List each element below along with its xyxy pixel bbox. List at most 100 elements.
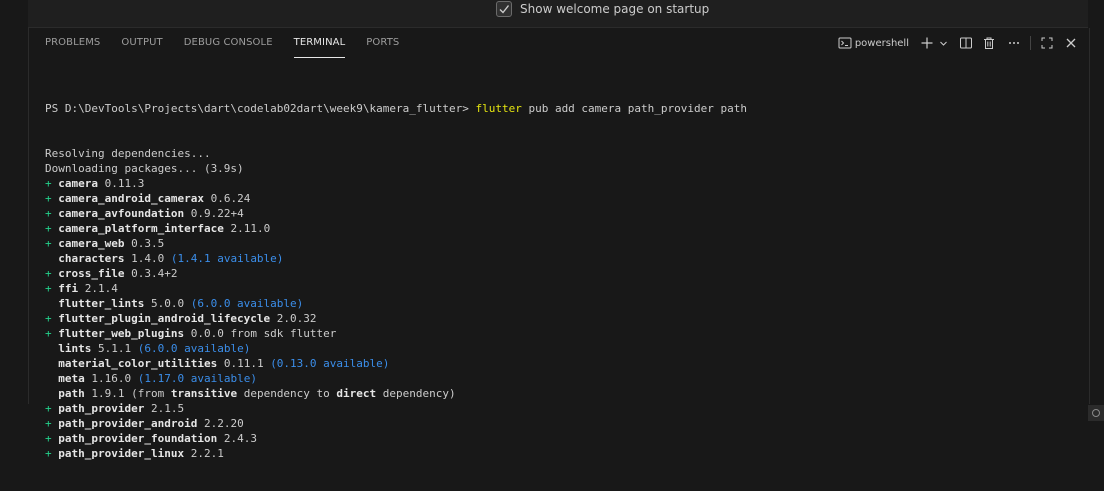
terminal-line: flutter_lints 5.0.0 (6.0.0 available) xyxy=(45,296,1089,311)
package-name: camera_avfoundation xyxy=(58,207,185,220)
package-version: 1.9.1 (from xyxy=(84,387,171,400)
chevron-down-icon xyxy=(940,41,947,46)
added-marker xyxy=(45,252,58,265)
package-name: flutter_lints xyxy=(58,297,145,310)
terminal-line: + camera_web 0.3.5 xyxy=(45,236,1089,251)
terminal-line: + path_provider_linux 2.2.1 xyxy=(45,446,1089,461)
added-marker: + xyxy=(45,432,59,445)
terminal-line: characters 1.4.0 (1.4.1 available) xyxy=(45,251,1089,266)
added-marker: + xyxy=(45,237,59,250)
terminal-line: + ffi 2.1.4 xyxy=(45,281,1089,296)
package-name: lints xyxy=(58,342,92,355)
terminal-line: + path_provider_foundation 2.4.3 xyxy=(45,431,1089,446)
package-version: 2.0.32 xyxy=(270,312,317,325)
terminal-line: path 1.9.1 (from transitive dependency t… xyxy=(45,386,1089,401)
welcome-checkbox[interactable] xyxy=(496,1,512,17)
more-actions-button[interactable] xyxy=(1007,34,1021,52)
tab-problems[interactable]: PROBLEMS xyxy=(45,28,100,58)
package-name: camera_platform_interface xyxy=(58,222,224,235)
package-version: 1.16.0 xyxy=(84,372,138,385)
more-icon xyxy=(1009,42,1019,44)
dependency-tail: dependency) xyxy=(376,387,456,400)
package-name: material_color_utilities xyxy=(58,357,218,370)
terminal-profile-button[interactable]: powershell xyxy=(838,34,909,52)
terminal-line: Resolving dependencies... xyxy=(45,146,1089,161)
tab-terminal[interactable]: TERMINAL xyxy=(293,28,346,58)
package-version: 0.9.22+4 xyxy=(184,207,244,220)
terminal-line: lints 5.1.1 (6.0.0 available) xyxy=(45,341,1089,356)
terminal-line: + path_provider 2.1.5 xyxy=(45,401,1089,416)
tab-debug-console[interactable]: DEBUG CONSOLE xyxy=(184,28,273,58)
added-marker: + xyxy=(45,417,59,430)
added-marker: + xyxy=(45,327,59,340)
added-marker: + xyxy=(45,177,59,190)
package-version: 0.11.3 xyxy=(98,177,145,190)
panel-header: PROBLEMS OUTPUT DEBUG CONSOLE TERMINAL P… xyxy=(29,28,1089,58)
terminal-line: + camera_avfoundation 0.9.22+4 xyxy=(45,206,1089,221)
package-version: 0.0.0 from sdk flutter xyxy=(184,327,337,340)
terminal-line: + path_provider_android 2.2.20 xyxy=(45,416,1089,431)
maximize-panel-button[interactable] xyxy=(1040,34,1054,52)
available-version: (6.0.0 available) xyxy=(137,342,251,355)
terminal-line: + camera_platform_interface 2.11.0 xyxy=(45,221,1089,236)
added-marker xyxy=(45,342,58,355)
package-version: 2.1.4 xyxy=(78,282,118,295)
package-version: 0.6.24 xyxy=(203,192,251,205)
package-version: 0.11.1 xyxy=(217,357,271,370)
shell-label: powershell xyxy=(854,37,909,49)
added-marker xyxy=(45,372,58,385)
package-name: meta xyxy=(58,372,85,385)
tab-ports[interactable]: PORTS xyxy=(366,28,399,58)
package-name: camera_web xyxy=(58,237,125,250)
trash-icon xyxy=(984,37,994,49)
maximize-icon xyxy=(1041,37,1053,49)
terminal-output[interactable]: PS D:\DevTools\Projects\dart\codelab02da… xyxy=(45,71,1089,491)
check-icon xyxy=(499,5,510,14)
dependency-to: direct xyxy=(336,387,377,400)
added-marker: + xyxy=(45,207,59,220)
tab-output[interactable]: OUTPUT xyxy=(121,28,162,58)
terminal-dropdown-button[interactable] xyxy=(939,34,948,52)
terminal-line: + flutter_web_plugins 0.0.0 from sdk flu… xyxy=(45,326,1089,341)
package-version: 5.1.1 xyxy=(91,342,138,355)
added-marker: + xyxy=(45,447,59,460)
terminal-line: meta 1.16.0 (1.17.0 available) xyxy=(45,371,1089,386)
package-name: path_provider_android xyxy=(58,417,198,430)
terminal-line-text: Resolving dependencies... xyxy=(45,147,211,160)
status-corner-icon[interactable] xyxy=(1088,405,1104,421)
panel-actions: powershell xyxy=(838,34,1077,52)
terminal-line: + flutter_plugin_android_lifecycle 2.0.3… xyxy=(45,311,1089,326)
welcome-page-footer: Show welcome page on startup xyxy=(28,0,1088,28)
added-marker: + xyxy=(45,282,59,295)
package-name: characters xyxy=(58,252,125,265)
close-icon xyxy=(1066,38,1076,48)
added-marker: + xyxy=(45,192,59,205)
bottom-panel: PROBLEMS OUTPUT DEBUG CONSOLE TERMINAL P… xyxy=(28,28,1090,460)
package-version: 0.3.4+2 xyxy=(124,267,178,280)
terminal-line: + cross_file 0.3.4+2 xyxy=(45,266,1089,281)
terminal-line: material_color_utilities 0.11.1 (0.13.0 … xyxy=(45,356,1089,371)
terminal-icon xyxy=(838,37,852,49)
terminal-line: + camera 0.11.3 xyxy=(45,176,1089,191)
package-version: 0.3.5 xyxy=(124,237,165,250)
package-name: camera xyxy=(58,177,98,190)
package-version: 1.4.0 xyxy=(124,252,171,265)
package-name: ffi xyxy=(58,282,79,295)
available-version: (1.17.0 available) xyxy=(137,372,257,385)
package-name: path xyxy=(58,387,85,400)
available-version: (0.13.0 available) xyxy=(270,357,390,370)
added-marker: + xyxy=(45,312,59,325)
kill-terminal-button[interactable] xyxy=(982,34,996,52)
close-panel-button[interactable] xyxy=(1065,34,1077,52)
package-name: camera_android_camerax xyxy=(58,192,204,205)
show-welcome-toggle[interactable]: Show welcome page on startup xyxy=(496,1,709,17)
package-version: 2.11.0 xyxy=(223,222,271,235)
terminal-line: + camera_android_camerax 0.6.24 xyxy=(45,191,1089,206)
plus-icon xyxy=(921,37,933,49)
terminal-lines: Resolving dependencies... Downloading pac… xyxy=(45,146,1089,461)
terminal-prompt: PS D:\DevTools\Projects\dart\codelab02da… xyxy=(45,102,476,115)
split-terminal-button[interactable] xyxy=(959,34,973,52)
new-terminal-button[interactable] xyxy=(920,34,934,52)
package-name: path_provider xyxy=(58,402,145,415)
split-icon xyxy=(960,37,972,49)
